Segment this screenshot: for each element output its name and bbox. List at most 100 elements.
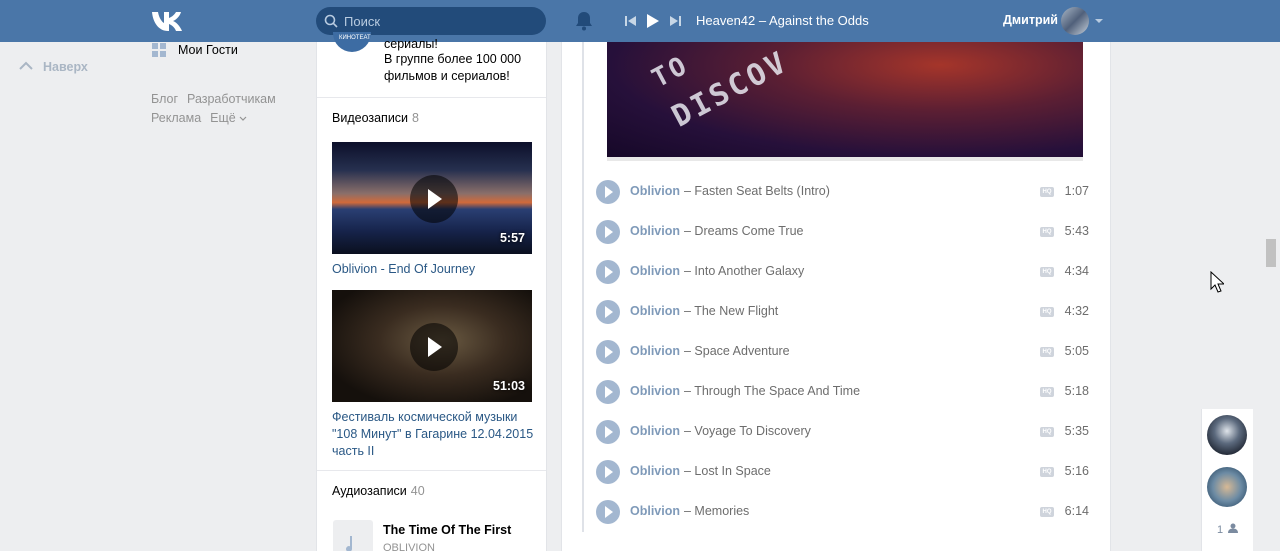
play-button[interactable] xyxy=(410,323,458,371)
footer-link-developers[interactable]: Разработчикам xyxy=(187,92,276,106)
track-play-button[interactable] xyxy=(596,260,620,284)
previous-track-icon[interactable] xyxy=(624,13,638,29)
play-icon xyxy=(605,506,613,518)
track-artist[interactable]: Oblivion xyxy=(630,344,680,358)
footer-link-more[interactable]: Ещё xyxy=(210,111,247,125)
chat-contact-avatar[interactable] xyxy=(1207,467,1247,507)
track-artist[interactable]: Oblivion xyxy=(630,464,680,478)
track-title[interactable]: – Space Adventure xyxy=(684,344,790,358)
track-title[interactable]: – Memories xyxy=(684,504,749,518)
audio-track-row[interactable]: Oblivion – Fasten Seat Belts (Intro) HQ 1:0… xyxy=(595,172,1092,212)
track-duration: 5:18 xyxy=(1064,384,1089,398)
track-duration: 5:35 xyxy=(1064,424,1089,438)
audio-track-row[interactable]: Oblivion – Memories HQ 6:14 xyxy=(595,492,1092,532)
group-description-cut-line: сериалы! xyxy=(384,37,438,51)
group-description: сериалы! В группе более 100 000 фильмов … xyxy=(384,37,539,85)
track-play-button[interactable] xyxy=(596,460,620,484)
audio-track-row[interactable]: Oblivion – Lost In Space HQ 5:16 xyxy=(595,452,1092,492)
track-title[interactable]: – Lost In Space xyxy=(684,464,771,478)
online-friends-counter[interactable]: 1 xyxy=(1217,523,1239,536)
track-title[interactable]: – Fasten Seat Belts (Intro) xyxy=(684,184,830,198)
group-avatar[interactable]: КИНОТЕАТР xyxy=(333,32,371,52)
thread-line xyxy=(582,42,584,532)
user-avatar[interactable] xyxy=(1061,7,1089,35)
person-icon xyxy=(1228,523,1239,533)
video-duration: 51:03 xyxy=(493,379,525,393)
play-icon xyxy=(605,346,613,358)
video-thumbnail[interactable]: 51:03 xyxy=(332,290,532,402)
scrollbar-thumb[interactable] xyxy=(1266,239,1276,267)
play-icon xyxy=(605,426,613,438)
album-cover-image[interactable]: TO DISCOV xyxy=(607,42,1083,161)
play-icon xyxy=(605,386,613,398)
track-artist[interactable]: Oblivion xyxy=(630,304,680,318)
track-title[interactable]: – Dreams Come True xyxy=(684,224,803,238)
notifications-bell-icon[interactable] xyxy=(575,11,593,31)
video-thumbnail[interactable]: 5:57 xyxy=(332,142,532,254)
audio-track-row[interactable]: Oblivion – Into Another Galaxy HQ 4:34 xyxy=(595,252,1092,292)
chevron-down-icon[interactable] xyxy=(1095,18,1103,24)
divider xyxy=(317,470,546,471)
vk-logo-icon[interactable] xyxy=(151,10,183,31)
track-title[interactable]: – Voyage To Discovery xyxy=(684,424,811,438)
play-icon xyxy=(605,266,613,278)
play-icon xyxy=(605,226,613,238)
track-title[interactable]: – The New Flight xyxy=(684,304,778,318)
footer-link-blog[interactable]: Блог xyxy=(151,92,178,106)
sidebar-item-label: Мои Гости xyxy=(178,43,238,57)
track-title[interactable]: – Through The Space And Time xyxy=(684,384,860,398)
hq-icon: HQ xyxy=(1040,347,1054,357)
track-duration: 5:05 xyxy=(1064,344,1089,358)
cover-text: TO xyxy=(647,49,695,95)
audio-track-row[interactable]: Oblivion – Dreams Come True HQ 5:43 xyxy=(595,212,1092,252)
play-icon[interactable] xyxy=(646,13,660,29)
divider xyxy=(317,97,546,98)
video-title-link[interactable]: Фестиваль космической музыки "108 Минут"… xyxy=(332,409,537,460)
footer-link-ads[interactable]: Реклама xyxy=(151,111,201,125)
track-duration: 6:14 xyxy=(1064,504,1089,518)
search-box[interactable] xyxy=(316,7,546,35)
audio-track-row[interactable]: Oblivion – Voyage To Discovery HQ 5:35 xyxy=(595,412,1092,452)
track-play-button[interactable] xyxy=(596,220,620,244)
next-track-icon[interactable] xyxy=(668,13,682,29)
track-artist[interactable]: Oblivion xyxy=(630,264,680,278)
chat-contact-avatar[interactable] xyxy=(1207,415,1247,455)
video-title-link[interactable]: Oblivion - End Of Journey xyxy=(332,261,537,278)
audio-track-row[interactable]: Oblivion – The New Flight HQ 4:32 xyxy=(595,292,1092,332)
online-friends-count: 1 xyxy=(1217,524,1224,536)
audio-cover[interactable] xyxy=(333,520,373,551)
track-play-button[interactable] xyxy=(596,180,620,204)
track-play-button[interactable] xyxy=(596,300,620,324)
music-note-icon xyxy=(346,536,353,551)
track-artist[interactable]: Oblivion xyxy=(630,424,680,438)
audios-count: 40 xyxy=(410,484,425,498)
track-title[interactable]: – Into Another Galaxy xyxy=(684,264,804,278)
audio-track-row[interactable]: Oblivion – Space Adventure HQ 5:05 xyxy=(595,332,1092,372)
audios-header[interactable]: Аудиозаписи 40 xyxy=(332,484,425,498)
play-icon xyxy=(428,337,442,357)
videos-header[interactable]: Видеозаписи 8 xyxy=(332,111,419,125)
track-artist[interactable]: Oblivion xyxy=(630,184,680,198)
track-play-button[interactable] xyxy=(596,340,620,364)
user-name[interactable]: Дмитрий xyxy=(1003,13,1058,27)
play-icon xyxy=(428,189,442,209)
track-artist[interactable]: Oblivion xyxy=(630,384,680,398)
now-playing-title[interactable]: Heaven42 – Against the Odds xyxy=(696,13,869,28)
cover-text: DISCOV xyxy=(666,44,795,135)
hq-icon: HQ xyxy=(1040,187,1054,197)
track-artist[interactable]: Oblivion xyxy=(630,224,680,238)
track-duration: 5:43 xyxy=(1064,224,1089,238)
audios-title: Аудиозаписи xyxy=(332,484,407,498)
track-play-button[interactable] xyxy=(596,380,620,404)
track-duration: 4:32 xyxy=(1064,304,1089,318)
track-play-button[interactable] xyxy=(596,420,620,444)
track-artist[interactable]: Oblivion xyxy=(630,504,680,518)
track-play-button[interactable] xyxy=(596,500,620,524)
search-input[interactable] xyxy=(344,7,539,35)
search-icon xyxy=(324,14,338,28)
audio-artist[interactable]: OBLIVION xyxy=(383,542,435,551)
group-description-text: В группе более 100 000 фильмов и сериало… xyxy=(384,52,522,83)
audio-track-row[interactable]: Oblivion – Through The Space And Time HQ 5:… xyxy=(595,372,1092,412)
audio-title[interactable]: The Time Of The First xyxy=(383,523,511,537)
play-button[interactable] xyxy=(410,175,458,223)
